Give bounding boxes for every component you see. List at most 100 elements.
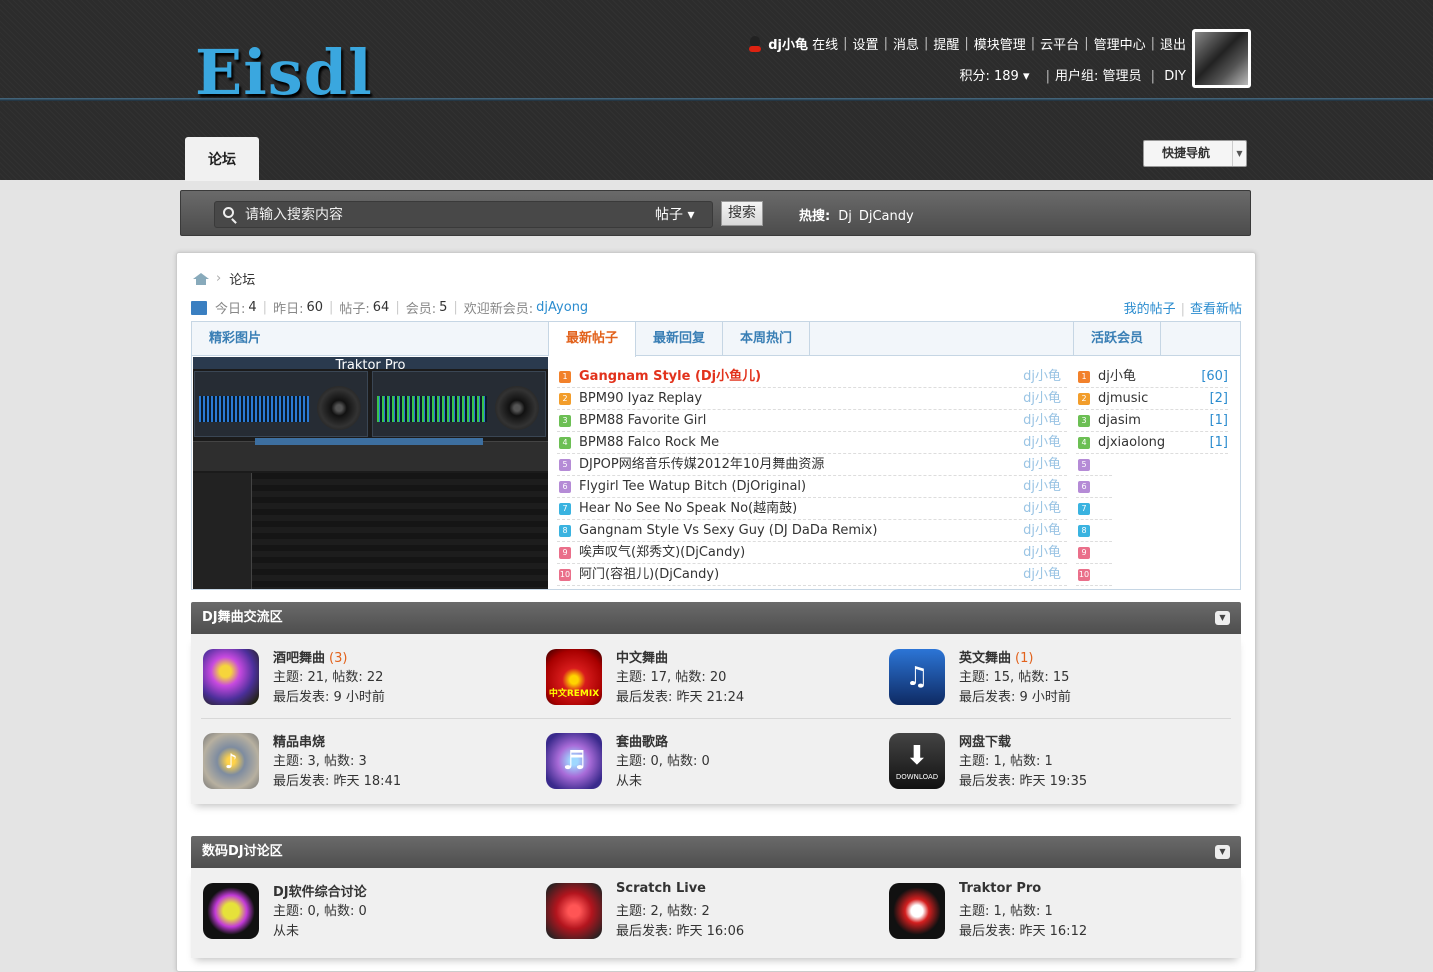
- thread-row[interactable]: 7 Hear No See No Speak No(越南鼓) dj小龟: [557, 498, 1067, 520]
- reminders-link[interactable]: 提醒: [933, 34, 959, 53]
- thread-author[interactable]: dj小龟: [1023, 564, 1061, 586]
- traktor-icon: [889, 883, 945, 939]
- thread-row[interactable]: 6 Flygirl Tee Watup Bitch (DjOriginal) dj小…: [557, 476, 1067, 498]
- member-row[interactable]: 3 djasim [1]: [1076, 410, 1228, 432]
- active-members-list: 1 dj小龟 [60] 2 djmusic [2] 3 djasim [1] 4 djxiao…: [1076, 366, 1232, 586]
- thread-author[interactable]: dj小龟: [1023, 432, 1061, 454]
- download-icon: ⬇ DOWNLOAD: [889, 733, 945, 789]
- thread-row[interactable]: 8 Gangnam Style Vs Sexy Guy (DJ DaDa Remi…: [557, 520, 1067, 542]
- forum-english-dance[interactable]: ♫ 英文舞曲 (1) 主题: 15, 帖数: 15 最后发表: 9 小时前: [889, 649, 1219, 733]
- music-notes-icon: ♬: [546, 733, 602, 789]
- forum-dj-software[interactable]: DJ软件综合讨论 主题: 0, 帖数: 0 从未: [203, 883, 533, 967]
- rank-badge: 3: [559, 415, 571, 427]
- collapse-toggle-icon[interactable]: ▼: [1215, 611, 1230, 625]
- member-row-empty: 10: [1076, 564, 1112, 586]
- featured-image-caption: Traktor Pro: [335, 358, 406, 373]
- search-type-select[interactable]: 帖子 ▾: [655, 204, 694, 224]
- forum-grid: 精彩图片 最新帖子 最新回复 本周热门 活跃会员 Traktor Pro 1 Ga…: [191, 321, 1241, 590]
- site-logo[interactable]: Eisdl: [195, 36, 373, 109]
- thread-author[interactable]: dj小龟: [1023, 366, 1061, 388]
- admin-center-link[interactable]: 管理中心: [1094, 34, 1146, 53]
- member-row-empty: 7: [1076, 498, 1112, 520]
- avatar[interactable]: [1192, 29, 1251, 88]
- module-admin-link[interactable]: 模块管理: [974, 34, 1026, 53]
- dj-person-icon: [203, 883, 259, 939]
- tab-latest-replies[interactable]: 最新回复: [636, 322, 724, 356]
- thread-row[interactable]: 2 BPM90 Iyaz Replay dj小龟: [557, 388, 1067, 410]
- rank-badge: 2: [559, 393, 571, 405]
- chevron-down-icon: ▼: [1232, 141, 1246, 166]
- music-disc-icon: ♪: [203, 733, 259, 789]
- diy-link[interactable]: DIY: [1164, 69, 1186, 84]
- thread-row[interactable]: 4 BPM88 Falco Rock Me dj小龟: [557, 432, 1067, 454]
- logout-link[interactable]: 退出: [1160, 34, 1186, 53]
- hot-search-item[interactable]: DjCandy: [859, 209, 914, 224]
- thread-row[interactable]: 3 BPM88 Favorite Girl dj小龟: [557, 410, 1067, 432]
- messages-link[interactable]: 消息: [893, 34, 919, 53]
- new-posts-link[interactable]: 查看新帖: [1190, 302, 1242, 317]
- forum-medley[interactable]: ♪ 精品串烧 主题: 3, 帖数: 3 最后发表: 昨天 18:41: [203, 733, 533, 817]
- tab-latest-threads[interactable]: 最新帖子: [549, 322, 637, 357]
- hot-search-item[interactable]: Dj: [838, 209, 852, 224]
- stats-chart-icon: [191, 300, 207, 315]
- points-dropdown[interactable]: 积分: 189 ▾: [959, 69, 1029, 84]
- collapse-toggle-icon[interactable]: ▼: [1215, 845, 1230, 859]
- thread-list: 1 Gangnam Style (Dj小鱼儿) dj小龟 2 BPM90 Iyaz R…: [557, 366, 1067, 586]
- quick-nav-button[interactable]: 快捷导航 ▼: [1143, 140, 1247, 167]
- thread-author[interactable]: dj小龟: [1023, 454, 1061, 476]
- forum-scratch-live[interactable]: Scratch Live 主题: 2, 帖数: 2 最后发表: 昨天 16:06: [546, 881, 876, 967]
- rank-badge: 4: [559, 437, 571, 449]
- header: Eisdl dj小龟 在线 | 设置 | 消息 | 提醒 | 模块管理 | 云平台 | 管理…: [0, 0, 1433, 181]
- rank-badge: 6: [559, 481, 571, 493]
- forum-cloud-download[interactable]: ⬇ DOWNLOAD 网盘下载 主题: 1, 帖数: 1 最后发表: 昨天 19:35: [889, 733, 1219, 817]
- tab-forum[interactable]: 论坛: [185, 137, 259, 181]
- search-input[interactable]: 请输入搜索内容: [214, 201, 713, 228]
- forum-chinese-dance[interactable]: 中文REMIX 中文舞曲 主题: 17, 帖数: 20 最后发表: 昨天 21:24: [546, 649, 876, 733]
- rank-badge: 1: [559, 371, 571, 383]
- thread-row[interactable]: 5 DJPOP网络音乐传媒2012年10月舞曲资源 dj小龟: [557, 454, 1067, 476]
- rank-badge: 5: [559, 459, 571, 471]
- username-link[interactable]: dj小龟: [768, 34, 808, 53]
- member-row-empty: 5: [1076, 454, 1112, 476]
- member-row[interactable]: 1 dj小龟 [60]: [1076, 366, 1228, 388]
- cloud-platform-link[interactable]: 云平台: [1040, 34, 1079, 53]
- forum-stats: 今日: 4 | 昨日: 60 | 帖子: 64 | 会员: 5 | 欢迎新会员: djAyong: [191, 298, 588, 317]
- bar-dance-icon: [203, 649, 259, 705]
- thread-author[interactable]: dj小龟: [1023, 498, 1061, 520]
- breadcrumb-current[interactable]: 论坛: [229, 269, 255, 288]
- user-menu: dj小龟 在线 | 设置 | 消息 | 提醒 | 模块管理 | 云平台 | 管理中心 | 退出: [747, 34, 1186, 53]
- thread-author[interactable]: dj小龟: [1023, 542, 1061, 564]
- thread-author[interactable]: dj小龟: [1023, 410, 1061, 432]
- section-digital-dj: 数码DJ讨论区 ▼ DJ软件综合讨论 主题: 0, 帖数: 0 从未 Scratch …: [191, 836, 1241, 958]
- member-row[interactable]: 2 djmusic [2]: [1076, 388, 1228, 410]
- featured-image[interactable]: Traktor Pro: [193, 357, 548, 589]
- my-posts-link[interactable]: 我的帖子: [1124, 302, 1176, 317]
- thread-author[interactable]: dj小龟: [1023, 388, 1061, 410]
- thread-author[interactable]: dj小龟: [1023, 520, 1061, 542]
- search-icon: [223, 207, 234, 218]
- main-content: › 论坛 今日: 4 | 昨日: 60 | 帖子: 64 | 会员: 5 | 欢迎新会员: djAy…: [176, 252, 1256, 972]
- member-row-empty: 8: [1076, 520, 1112, 542]
- user-group-link[interactable]: 用户组: 管理员: [1055, 69, 1142, 84]
- search-button[interactable]: 搜索: [721, 201, 763, 226]
- user-info-row: 积分: 189 ▾ | 用户组: 管理员 | DIY: [959, 69, 1186, 84]
- thread-row[interactable]: 10 阿门(容祖儿)(DjCandy) dj小龟: [557, 564, 1067, 586]
- search-bar: 请输入搜索内容 帖子 ▾ 搜索 热搜: Dj DjCandy: [180, 190, 1251, 236]
- threads-header: 最新帖子 最新回复 本周热门: [549, 322, 1073, 357]
- rank-badge: 4: [1078, 437, 1090, 449]
- tab-weekly-hot[interactable]: 本周热门: [723, 322, 811, 356]
- home-icon[interactable]: [193, 272, 209, 285]
- forum-song-sets[interactable]: ♬ 套曲歌路 主题: 0, 帖数: 0 从未: [546, 733, 876, 817]
- new-member-link[interactable]: djAyong: [536, 300, 588, 315]
- forum-bar-dance[interactable]: 酒吧舞曲 (3) 主题: 21, 帖数: 22 最后发表: 9 小时前: [203, 649, 533, 733]
- pics-title: 精彩图片: [209, 331, 262, 346]
- forum-traktor-pro[interactable]: Traktor Pro 主题: 1, 帖数: 1 最后发表: 昨天 16:12: [889, 881, 1219, 967]
- thread-row[interactable]: 1 Gangnam Style (Dj小鱼儿) dj小龟: [557, 366, 1067, 388]
- members-title: 活跃会员: [1074, 322, 1162, 356]
- online-status[interactable]: 在线: [812, 34, 838, 53]
- member-row[interactable]: 4 djxiaolong [1]: [1076, 432, 1228, 454]
- settings-link[interactable]: 设置: [853, 34, 879, 53]
- thread-row[interactable]: 9 唉声叹气(郑秀文)(DjCandy) dj小龟: [557, 542, 1067, 564]
- rank-badge: 3: [1078, 415, 1090, 427]
- thread-author[interactable]: dj小龟: [1023, 476, 1061, 498]
